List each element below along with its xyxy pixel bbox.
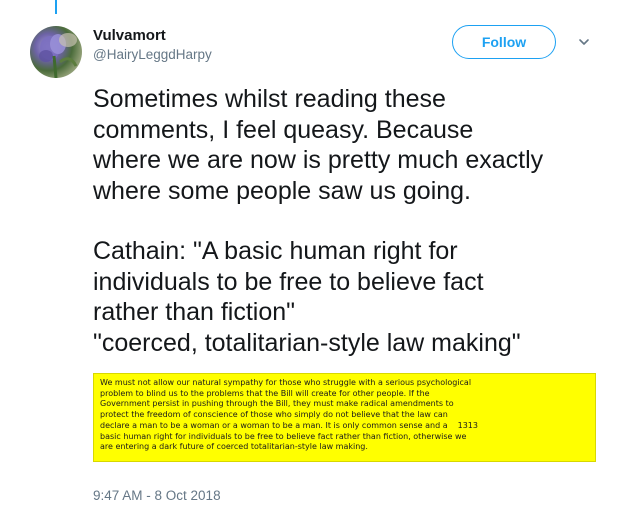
tweet-paragraph-1: Sometimes whilst reading these comments,… [93,84,593,206]
quote-line: declare a man to be a woman or a woman t… [100,420,448,430]
quote-line: Government persist in pushing through th… [100,399,454,409]
thread-connector-line [55,0,57,14]
attached-quote-image[interactable]: We must not allow our natural sympathy f… [93,373,596,462]
user-handle[interactable]: @HairyLeggdHarpy [93,47,212,62]
tweet-line: Cathain: "A basic human right for [93,237,458,265]
tweet-paragraph-2: Cathain: "A basic human right for indivi… [93,236,593,358]
quote-line: protect the freedom of conscience of tho… [100,410,448,420]
avatar-iris-icon [39,33,78,78]
quote-line-with-column: declare a man to be a woman or a woman t… [100,421,589,432]
tweet-line: individuals to be free to believe fact [93,267,484,296]
tweet-line: where we are now is pretty much exactly [93,146,544,174]
tweet-line: where some people saw us going. [93,176,472,205]
follow-button[interactable]: Follow [452,25,556,59]
display-name[interactable]: Vulvamort [93,27,166,44]
tweet-line: "coerced, totalitarian-style law making" [93,328,521,357]
tweet-line: rather than fiction" [93,298,296,326]
quote-line: are entering a dark future of coerced to… [100,442,368,452]
tweet-text: Sometimes whilst reading these comments,… [93,84,593,358]
quote-line: basic human right for individuals to be … [100,431,467,441]
tweet-timestamp[interactable]: 9:47 AM - 8 Oct 2018 [93,488,221,503]
avatar[interactable] [30,26,82,78]
quote-line: problem to blind us to the problems that… [100,388,430,398]
chevron-down-icon[interactable] [577,35,591,49]
tweet-line: Sometimes whilst reading these [93,85,446,113]
hansard-column-number: 1313 [457,420,478,430]
tweet-line: comments, I feel queasy. Because [93,115,474,144]
quote-line: We must not allow our natural sympathy f… [100,378,472,387]
